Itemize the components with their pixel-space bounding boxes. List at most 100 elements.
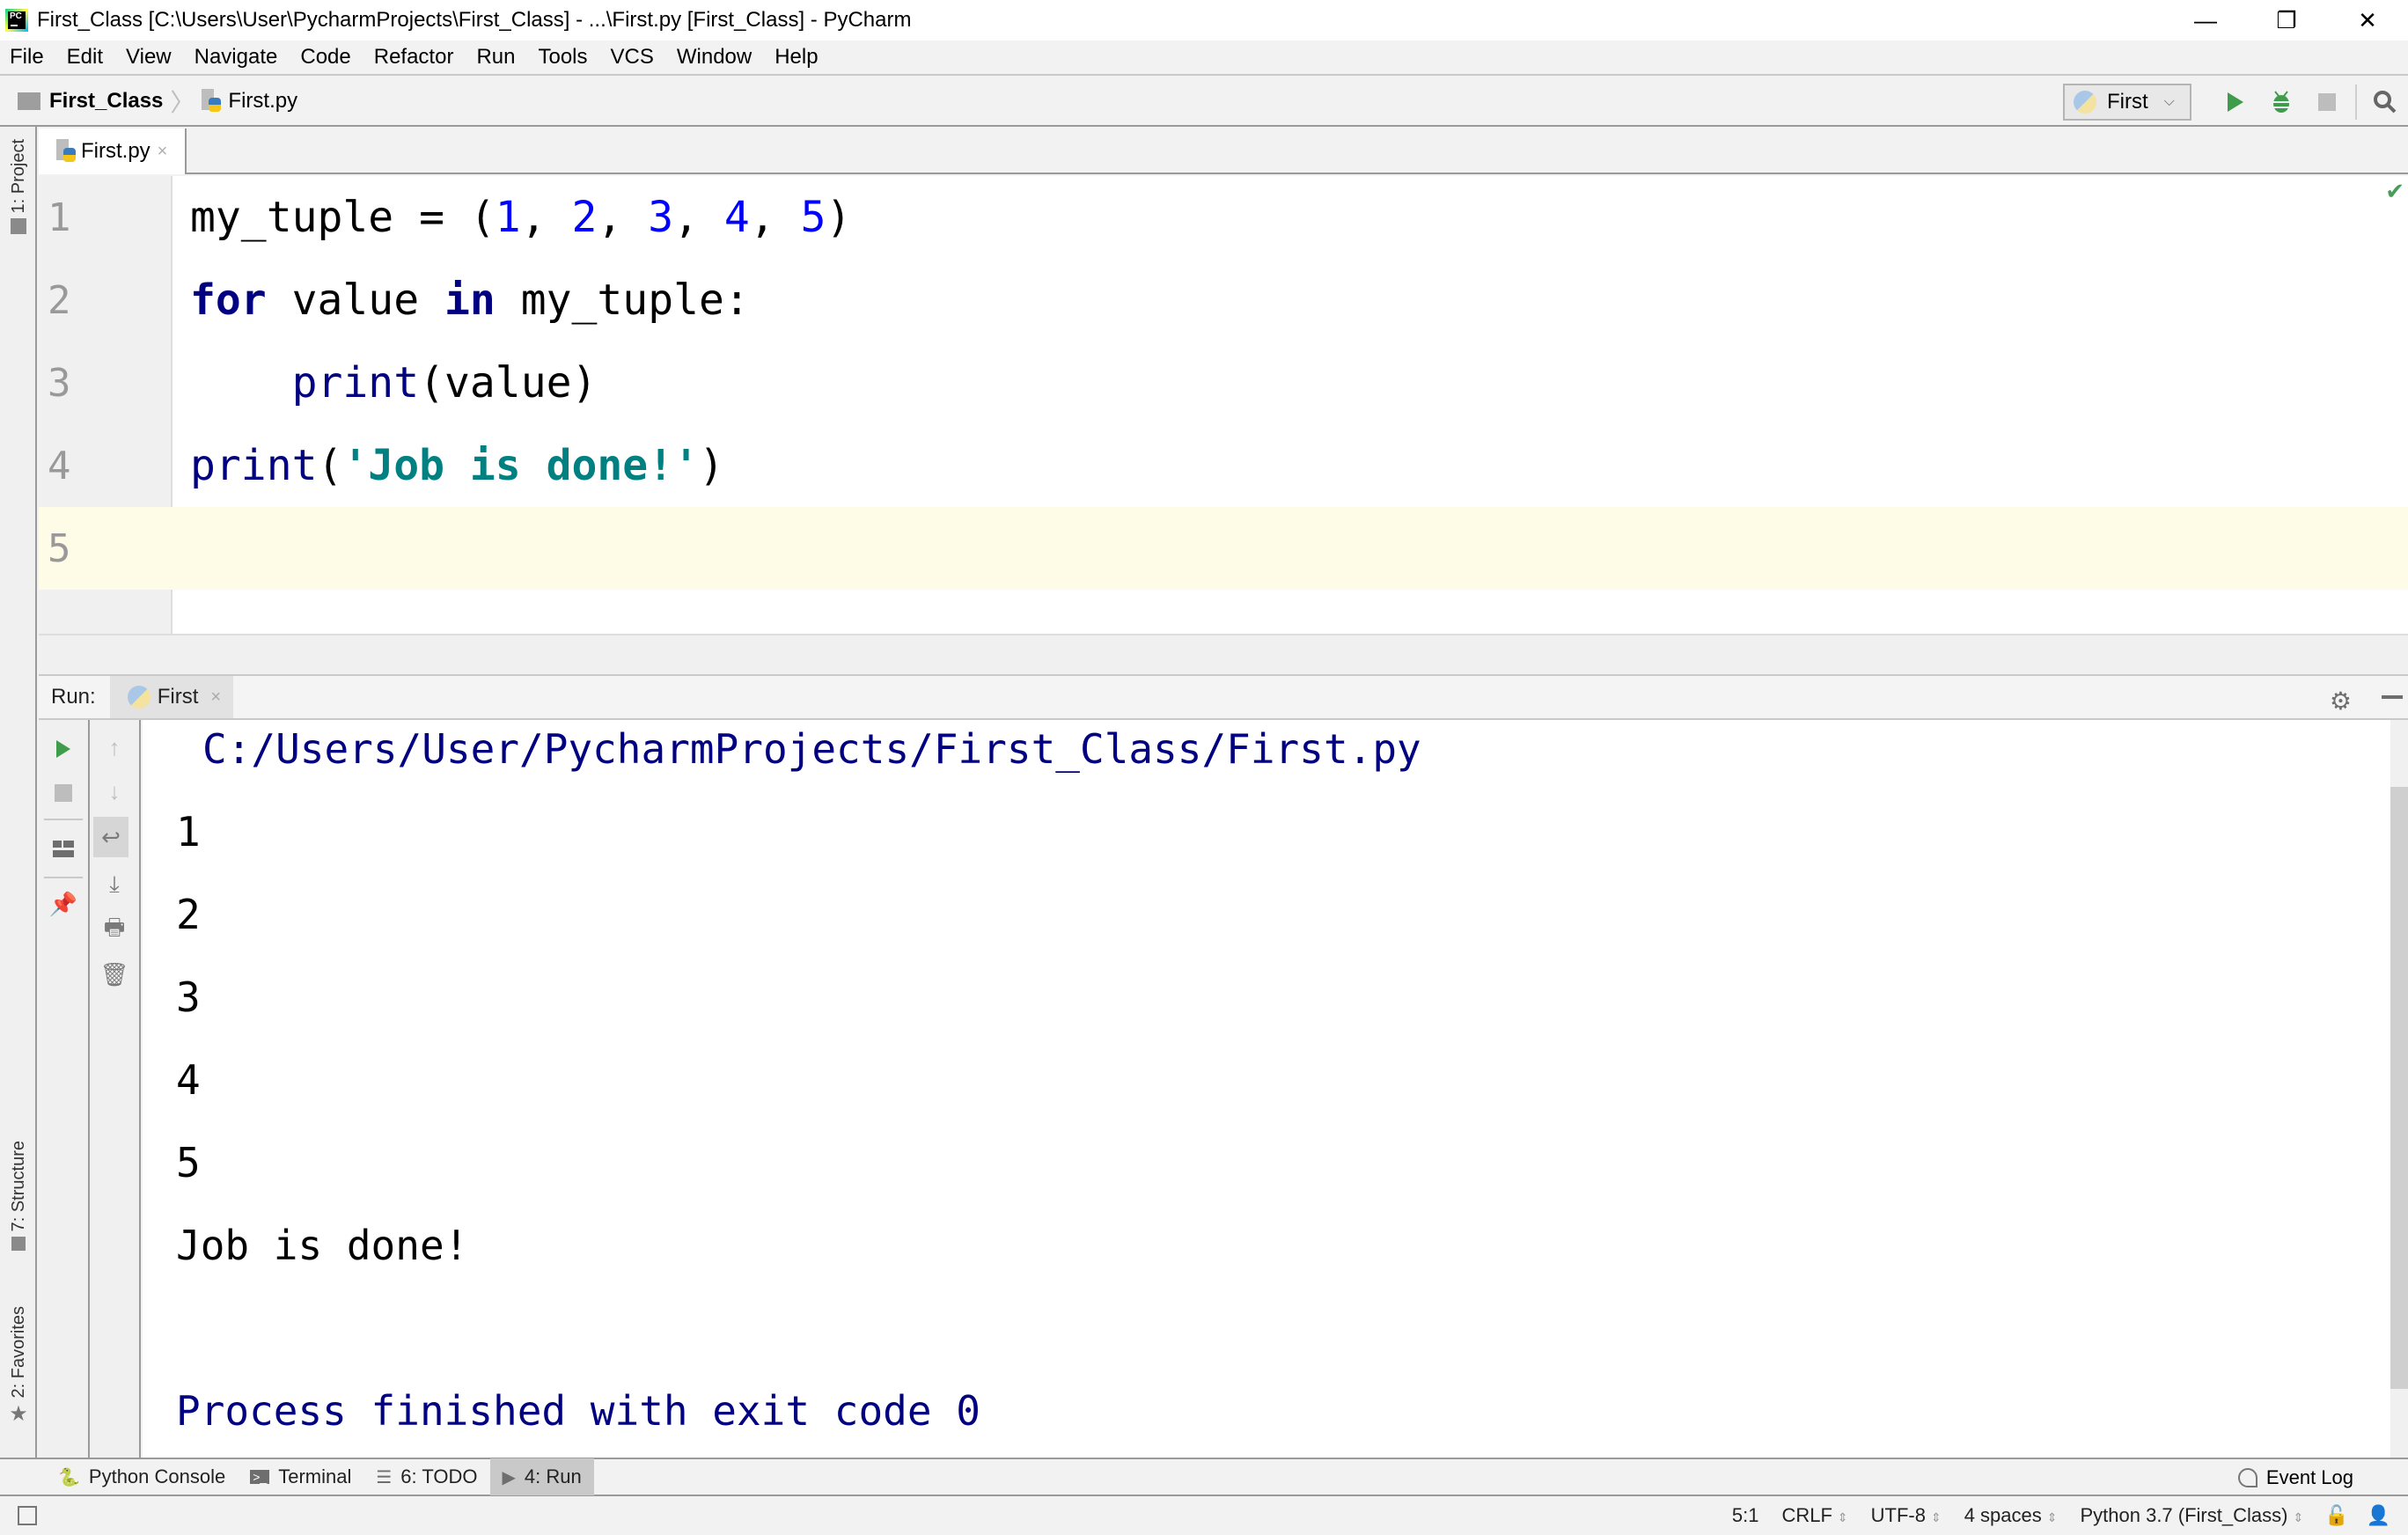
breadcrumb-separator: 〉 <box>170 89 195 116</box>
code-editor[interactable]: 1 my_tuple = (1, 2, 3, 4, 5) 2 for value… <box>39 176 2408 634</box>
tool-window-project[interactable]: 1: Project <box>0 139 37 235</box>
folder-icon <box>11 218 26 235</box>
line-number: 1 <box>48 195 71 240</box>
tool-window-terminal[interactable]: >_ Terminal <box>238 1458 363 1495</box>
hide-panel-icon[interactable] <box>2382 695 2403 699</box>
run-icon: ▶ <box>502 1467 516 1487</box>
menu-edit[interactable]: Edit <box>67 45 103 70</box>
run-console[interactable]: C:/Users/User/PycharmProjects/First_Clas… <box>143 720 2390 1458</box>
unlock-icon[interactable]: 🔓 <box>2324 1504 2348 1527</box>
breadcrumb-project[interactable]: First_Class <box>49 89 163 114</box>
arrow-up-icon: ↑ <box>108 733 121 760</box>
line-number: 3 <box>48 360 71 406</box>
editor-tab-first-py[interactable]: First.py × <box>39 129 187 174</box>
run-tab-first[interactable]: First × <box>109 676 233 718</box>
debug-button[interactable] <box>2258 90 2304 114</box>
event-log-icon <box>2237 1468 2258 1487</box>
code-line: 4 print('Job is done!') <box>39 424 2408 507</box>
stop-button[interactable] <box>2304 93 2350 111</box>
updown-icon: ⇕ <box>1837 1510 1848 1524</box>
stop-run-button[interactable] <box>39 773 88 813</box>
python-file-icon <box>202 89 223 114</box>
menu-vcs[interactable]: VCS <box>611 45 654 70</box>
tool-window-run[interactable]: ▶ 4: Run <box>489 1458 594 1495</box>
run-configuration-label: First <box>2107 90 2148 114</box>
rerun-button[interactable] <box>39 729 88 769</box>
code-line: 1 my_tuple = (1, 2, 3, 4, 5) <box>39 176 2408 259</box>
arrow-down-icon: ↓ <box>108 777 121 804</box>
gear-icon[interactable]: ⚙ <box>2330 687 2352 716</box>
chevron-down-icon: ⌵ <box>2163 94 2175 109</box>
console-output-line: 3 <box>176 973 201 1021</box>
updown-icon: ⇕ <box>2046 1510 2058 1524</box>
todo-label: 6: TODO <box>400 1465 478 1487</box>
toolbar-divider <box>2355 84 2357 120</box>
console-scrollbar[interactable] <box>2390 720 2408 1458</box>
close-window-button[interactable]: ✕ <box>2327 0 2408 40</box>
soft-wrap-button[interactable]: ↩ <box>93 817 128 857</box>
run-panel-header: Run: First × ⚙ <box>39 674 2408 720</box>
restore-button[interactable]: ❐ <box>2246 0 2327 40</box>
menu-view[interactable]: View <box>126 45 172 70</box>
console-output-line: 4 <box>176 1056 201 1104</box>
python-icon <box>2074 91 2096 114</box>
tool-window-structure[interactable]: 7: Structure <box>0 1141 37 1252</box>
code-line: 2 for value in my_tuple: <box>39 259 2408 342</box>
editor-tabs: First.py × <box>39 129 2408 174</box>
search-everywhere-button[interactable] <box>2362 90 2408 114</box>
updown-icon: ⇕ <box>2293 1510 2304 1524</box>
clear-all-button[interactable]: 🗑 <box>90 954 139 995</box>
run-tab-label: First <box>157 685 199 709</box>
interpreter-selector[interactable]: Python 3.7 (First_Class) ⇕ <box>2080 1504 2303 1527</box>
menu-run[interactable]: Run <box>476 45 515 70</box>
menu-window[interactable]: Window <box>677 45 752 70</box>
run-configuration-select[interactable]: First ⌵ <box>2063 84 2191 121</box>
next-occurrence-button[interactable]: ↓ <box>90 771 139 812</box>
restore-layout-button[interactable] <box>39 829 88 870</box>
run-toolbar-secondary: ↑ ↓ ↩ ⤓ 🖶 🗑 <box>90 720 141 1458</box>
scroll-to-end-button[interactable]: ⤓ <box>90 864 139 905</box>
folder-icon <box>18 92 40 110</box>
tool-window-python-console[interactable]: 🐍 Python Console <box>46 1458 238 1495</box>
indent-selector[interactable]: 4 spaces ⇕ <box>1964 1504 2058 1527</box>
menu-code[interactable]: Code <box>300 45 350 70</box>
python-file-icon <box>56 139 77 164</box>
terminal-icon: >_ <box>250 1470 270 1484</box>
encoding-selector[interactable]: UTF-8 ⇕ <box>1871 1504 1942 1527</box>
pycharm-logo-icon: PC <box>5 9 28 32</box>
stop-icon <box>2318 93 2336 111</box>
tool-window-favorites[interactable]: 2: Favorites ★ <box>0 1306 37 1427</box>
line-number: 5 <box>39 525 173 571</box>
navigation-bar: First_Class 〉 First.py First ⌵ <box>0 77 2408 127</box>
print-button[interactable]: 🖶 <box>90 910 139 951</box>
hector-inspector-icon[interactable]: 👤 <box>2367 1504 2390 1527</box>
event-log-button[interactable]: Event Log <box>2237 1459 2353 1496</box>
console-output-line: 1 <box>176 808 201 856</box>
menu-help[interactable]: Help <box>775 45 818 70</box>
pin-tab-button[interactable]: 📌 <box>39 884 88 924</box>
tool-window-todo[interactable]: ☰ 6: TODO <box>363 1458 489 1495</box>
console-output-line: 2 <box>176 891 201 938</box>
toggle-tool-windows-icon[interactable] <box>18 1506 37 1525</box>
previous-occurrence-button[interactable]: ↑ <box>90 727 139 768</box>
console-exit-message: Process finished with exit code 0 <box>176 1387 980 1435</box>
line-separator-selector[interactable]: CRLF ⇕ <box>1781 1504 1847 1527</box>
updown-icon: ⇕ <box>1930 1510 1942 1524</box>
menu-tools[interactable]: Tools <box>538 45 587 70</box>
code-line: 3 print(value) <box>39 342 2408 424</box>
structure-icon <box>11 1237 26 1252</box>
minimize-button[interactable]: — <box>2165 0 2246 40</box>
star-icon: ★ <box>9 1402 28 1427</box>
inspection-ok-icon[interactable]: ✔ <box>2385 178 2404 205</box>
close-run-tab-icon[interactable]: × <box>210 687 221 708</box>
stop-icon <box>55 784 72 802</box>
code-text: print(value) <box>291 358 598 408</box>
close-tab-icon[interactable]: × <box>158 142 168 162</box>
menu-refactor[interactable]: Refactor <box>374 45 454 70</box>
menu-file[interactable]: File <box>10 45 44 70</box>
run-button[interactable] <box>2213 92 2258 112</box>
caret-position[interactable]: 5:1 <box>1732 1504 1759 1527</box>
console-scrollbar-thumb[interactable] <box>2390 787 2408 1389</box>
menu-navigate[interactable]: Navigate <box>195 45 278 70</box>
breadcrumb-file[interactable]: First.py <box>228 89 297 114</box>
